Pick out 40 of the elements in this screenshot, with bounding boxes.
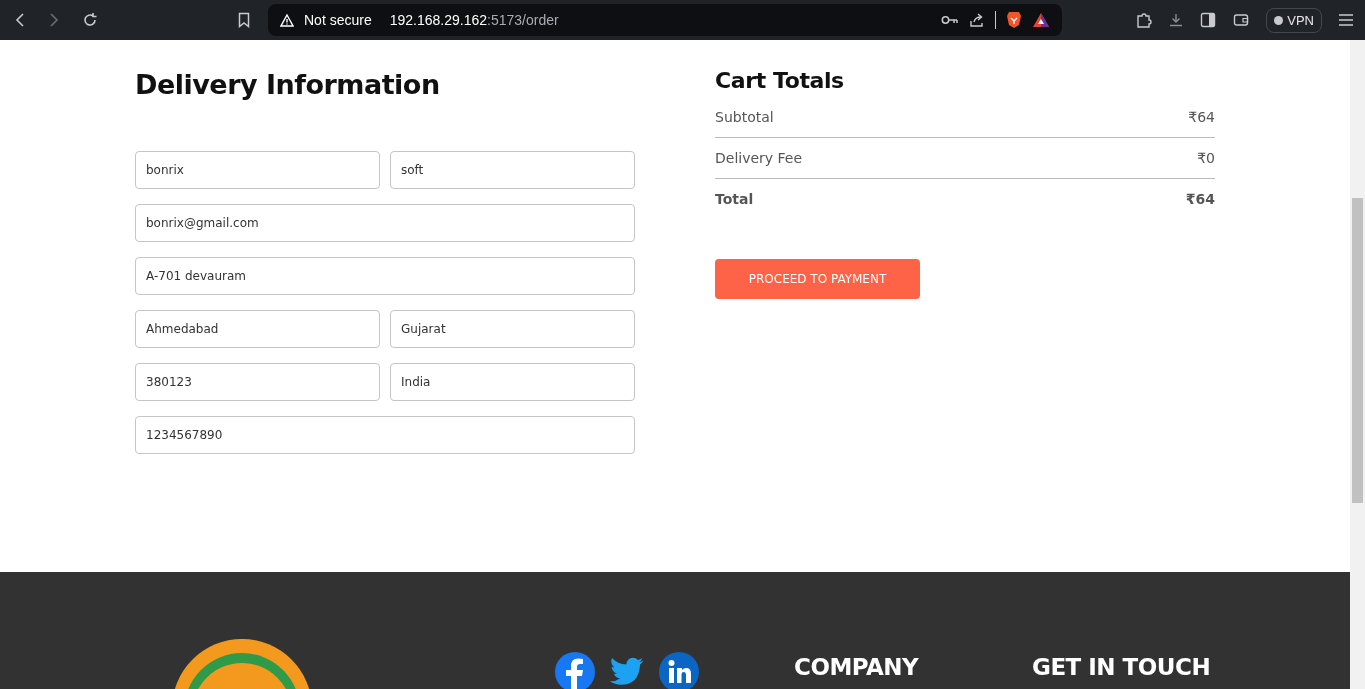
cart-title: Cart Totals (715, 68, 845, 93)
forward-icon[interactable] (48, 12, 60, 28)
linkedin-icon[interactable] (659, 652, 699, 689)
vpn-button[interactable]: VPN (1266, 7, 1322, 33)
total-label: Delivery Fee (715, 150, 803, 166)
wallet-icon[interactable] (1233, 13, 1250, 27)
share-icon[interactable] (969, 12, 985, 28)
sidebar-icon[interactable] (1200, 12, 1217, 28)
warning-icon (280, 13, 294, 27)
total-value: ₹64 (1188, 109, 1215, 125)
footer-heading: GET IN TOUCH (1032, 654, 1211, 680)
input-field[interactable]: A-701 devauram (135, 257, 635, 295)
input-field[interactable]: Gujarat (390, 310, 635, 348)
total-value: ₹64 (1185, 191, 1215, 207)
facebook-icon[interactable] (555, 652, 595, 689)
reload-icon[interactable] (82, 12, 98, 28)
bird-icon[interactable] (609, 657, 645, 687)
triangle-icon[interactable] (1032, 12, 1050, 28)
total-label: Total (715, 191, 754, 207)
menu-icon[interactable] (1339, 14, 1353, 26)
total-value: ₹0 (1197, 150, 1215, 166)
input-field[interactable]: Ahmedabad (135, 310, 380, 348)
input-field[interactable]: bonrix (135, 151, 380, 189)
input-field[interactable]: 380123 (135, 363, 380, 401)
url-text: 192.168.29.162:5173/order (389, 12, 559, 28)
delivery-title: Delivery Information (135, 69, 441, 100)
address-bar[interactable]: Not secure 192.168.29.162:5173/order (268, 4, 1062, 36)
input-field[interactable]: bonrix@gmail.com (135, 204, 635, 242)
input-field[interactable]: 1234567890 (135, 416, 635, 454)
key-icon[interactable] (941, 15, 959, 25)
footer-heading: COMPANY (794, 654, 919, 680)
input-field[interactable]: soft (390, 151, 635, 189)
input-field[interactable]: India (390, 363, 635, 401)
bookmark-icon[interactable] (238, 12, 250, 28)
scrollbar-thumb[interactable] (1352, 198, 1363, 503)
total-label: Subtotal (715, 109, 774, 125)
puzzle-icon[interactable] (1136, 12, 1153, 28)
download-icon[interactable] (1169, 13, 1184, 27)
back-icon[interactable] (14, 12, 26, 28)
security-label: Not secure (304, 12, 372, 28)
